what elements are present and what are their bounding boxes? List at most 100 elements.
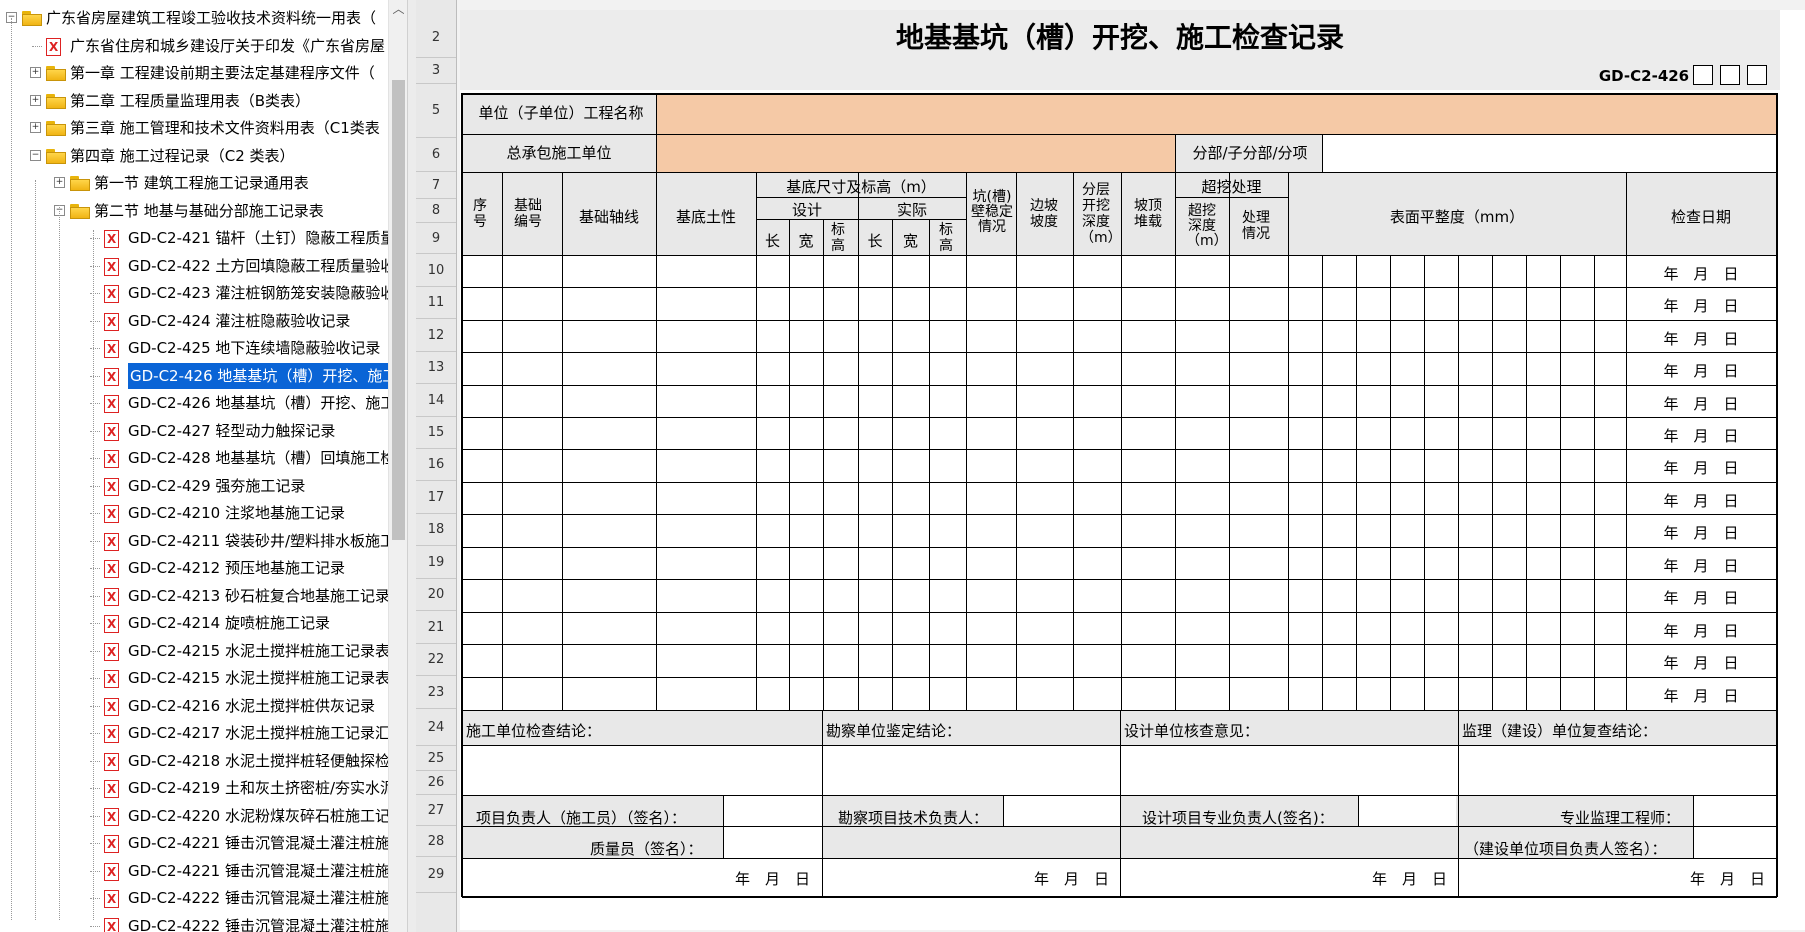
row-number[interactable]: 21: [416, 611, 456, 644]
tree-item-label[interactable]: GD-C2-4220 水泥粉煤灰碎石桩施工记录: [128, 803, 388, 829]
row-number[interactable]: 14: [416, 384, 456, 417]
tree-item-label[interactable]: GD-C2-4215 水泥土搅拌桩施工记录表【: [128, 665, 388, 691]
row-number[interactable]: 6: [416, 138, 456, 172]
row-number[interactable]: 28: [416, 826, 456, 857]
tree-item-label[interactable]: GD-C2-4213 砂石桩复合地基施工记录: [128, 583, 388, 609]
tree-item-label[interactable]: 第二节 地基与基础分部施工记录表: [94, 198, 324, 224]
tree-item-label[interactable]: GD-C2-4217 水泥土搅拌桩施工记录汇总: [128, 720, 388, 746]
row-number[interactable]: 29: [416, 857, 456, 893]
grid-line-h: [462, 644, 1776, 645]
pdf-file-icon: [104, 285, 119, 303]
tree-item-label[interactable]: GD-C2-428 地基基坑（槽）回填施工检查: [128, 445, 388, 471]
construction-conclusion-label: 施工单位检查结论：: [466, 722, 602, 740]
grid-line-h: [462, 745, 1776, 746]
row-number[interactable]: 16: [416, 449, 456, 481]
row-number[interactable]: 11: [416, 287, 456, 319]
tree-connector: [90, 733, 100, 734]
tree-item-label[interactable]: 第二章 工程质量监理用表（B类表）: [70, 88, 310, 114]
scroll-up-icon[interactable]: ︿: [389, 0, 408, 18]
row-number[interactable]: 13: [416, 352, 456, 384]
tree-item-label[interactable]: GD-C2-4222 锤击沉管混凝土灌注桩施工: [128, 913, 388, 932]
tree-item-label[interactable]: GD-C2-424 灌注桩隐蔽验收记录: [128, 308, 350, 334]
tree-item-label[interactable]: GD-C2-4222 锤击沉管混凝土灌注桩施工: [128, 885, 388, 911]
tree-connector: [90, 348, 100, 349]
label-sub-division: 分部/子分部/分项: [1192, 144, 1308, 162]
tree-item-label[interactable]: GD-C2-4219 土和灰土挤密桩/夯实水泥土: [128, 775, 388, 801]
grid-line-h: [462, 94, 1777, 95]
tree-item-label[interactable]: GD-C2-421 锚杆（土钉）隐蔽工程质量验: [128, 225, 388, 251]
row-number[interactable]: 8: [416, 199, 456, 223]
project-leader-label: 项目负责人（施工员）（签名）：: [476, 809, 687, 827]
tree-connector: [90, 265, 100, 267]
row-number[interactable]: 15: [416, 417, 456, 449]
supervision-conclusion-label: 监理（建设）单位复查结论：: [1462, 722, 1658, 740]
expand-icon[interactable]: +: [30, 67, 41, 78]
code-checkbox[interactable]: [1747, 65, 1767, 85]
tree-connector: [90, 705, 100, 707]
row-number[interactable]: 22: [416, 644, 456, 676]
scroll-thumb[interactable]: [392, 80, 405, 540]
row-number[interactable]: 25: [416, 746, 456, 771]
row-number[interactable]: 27: [416, 795, 456, 826]
tree-item-label[interactable]: GD-C2-425 地下连续墙隐蔽验收记录: [128, 335, 380, 361]
tree-item[interactable]: + 第一章 工程建设前期主要法定基建程序文件（: [0, 60, 388, 86]
supervision-engineer-label: 专业监理工程师：: [1560, 809, 1681, 827]
tree-item-label[interactable]: 第四章 施工过程记录（C2 类表）: [70, 143, 295, 169]
tree-item[interactable]: − 第四章 施工过程记录（C2 类表）: [0, 143, 388, 169]
row-number[interactable]: 12: [416, 319, 456, 352]
label-project-name: 单位（子单位）工程名称: [478, 104, 644, 122]
survey-date: 年 月 日: [1034, 870, 1110, 888]
row-number[interactable]: 10: [416, 254, 456, 287]
row-number[interactable]: 5: [416, 84, 456, 138]
code-checkbox[interactable]: [1720, 65, 1740, 85]
row-number[interactable]: 3: [416, 58, 456, 84]
expand-icon[interactable]: +: [30, 94, 41, 106]
row-number[interactable]: 26: [416, 771, 456, 795]
tree-connector: [90, 320, 100, 322]
code-checkbox[interactable]: [1693, 65, 1713, 85]
pdf-file-icon: [104, 917, 119, 932]
grid-line-v: [789, 219, 790, 710]
tree-item-label[interactable]: GD-C2-4210 注浆地基施工记录: [128, 500, 345, 526]
tree-item-label[interactable]: GD-C2-4211 袋装砂井/塑料排水板施工记: [128, 528, 388, 554]
col-header-layer-depth: 分层开挖深度（m）: [1080, 182, 1122, 246]
tree-item-label[interactable]: 第三章 施工管理和技术文件资料用表（C1类表: [70, 115, 380, 141]
row-number[interactable]: 17: [416, 481, 456, 514]
row-number[interactable]: 20: [416, 579, 456, 611]
tree-item-label[interactable]: GD-C2-4212 预压地基施工记录: [128, 555, 345, 581]
row-number[interactable]: 23: [416, 676, 456, 709]
tree-item-label[interactable]: 第一章 工程建设前期主要法定基建程序文件（: [70, 60, 375, 86]
collapse-icon[interactable]: −: [30, 149, 41, 161]
row-number[interactable]: 19: [416, 546, 456, 579]
tree-item-label[interactable]: GD-C2-4214 旋喷桩施工记录: [128, 610, 330, 636]
tree-item-label[interactable]: GD-C2-427 轻型动力触探记录: [128, 418, 335, 444]
tree-item-label[interactable]: GD-C2-422 土方回填隐蔽工程质量验收记: [128, 253, 388, 279]
tree-item[interactable]: + 第一节 建筑工程施工记录通用表: [0, 170, 388, 196]
tree-item-label-selected[interactable]: GD-C2-426 地基基坑（槽）开挖、施工检: [128, 362, 388, 389]
tree-item-label[interactable]: GD-C2-423 灌注桩钢筋笼安装隐蔽验收记: [128, 280, 388, 306]
tree-item[interactable]: − 广东省房屋建筑工程竣工验收技术资料统一用表（: [0, 5, 388, 31]
row-number[interactable]: 7: [416, 172, 456, 199]
tree-item-label[interactable]: 第一节 建筑工程施工记录通用表: [94, 170, 309, 196]
expand-icon[interactable]: +: [30, 122, 41, 133]
tree-item-label[interactable]: GD-C2-426 地基基坑（槽）开挖、施工检: [128, 390, 388, 416]
row-number[interactable]: 9: [416, 223, 456, 254]
tree-item-label[interactable]: 广东省住房和城乡建设厅关于印发《广东省房屋: [70, 33, 385, 59]
tree-item[interactable]: + 第二章 工程质量监理用表（B类表）: [0, 88, 388, 114]
tree-item-label[interactable]: GD-C2-429 强夯施工记录: [128, 473, 305, 499]
tree-item[interactable]: 广东省住房和城乡建设厅关于印发《广东省房屋: [0, 33, 388, 59]
row-number[interactable]: 2: [416, 18, 456, 58]
tree-scrollbar[interactable]: ︿: [388, 0, 408, 932]
tree-item-label[interactable]: 广东省房屋建筑工程竣工验收技术资料统一用表（: [46, 5, 376, 31]
tree-item[interactable]: + 第三章 施工管理和技术文件资料用表（C1类表: [0, 115, 388, 141]
grid-line-h: [462, 352, 1776, 353]
row-number[interactable]: 24: [416, 709, 456, 746]
folder-icon: [70, 203, 90, 219]
expand-icon[interactable]: +: [54, 177, 65, 188]
tree-item-label[interactable]: GD-C2-4218 水泥土搅拌桩轻便触探检验: [128, 748, 388, 774]
tree-item-label[interactable]: GD-C2-4215 水泥土搅拌桩施工记录表【: [128, 638, 388, 664]
tree-item-label[interactable]: GD-C2-4216 水泥土搅拌桩供灰记录: [128, 693, 375, 719]
tree-item-label[interactable]: GD-C2-4221 锤击沉管混凝土灌注桩施工: [128, 830, 388, 856]
row-number[interactable]: 18: [416, 514, 456, 546]
tree-item-label[interactable]: GD-C2-4221 锤击沉管混凝土灌注桩施工: [128, 858, 388, 884]
